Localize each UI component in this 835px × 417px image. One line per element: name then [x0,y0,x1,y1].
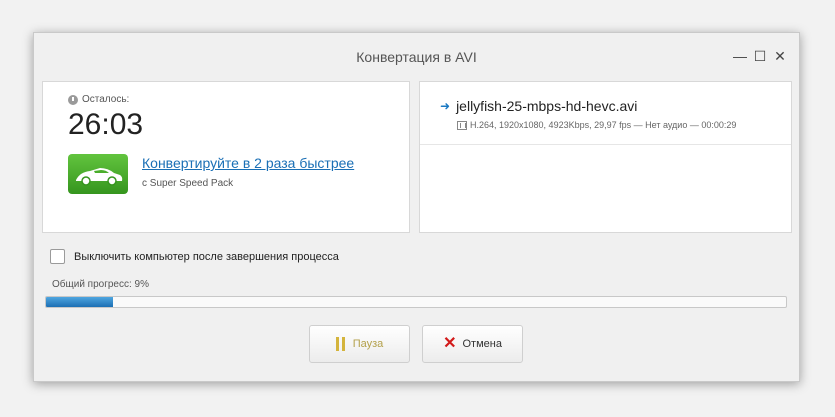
titlebar: Конвертация в AVI — ☐ ✕ [34,33,799,81]
film-icon [457,120,467,130]
file-panel: ➜ jellyfish-25-mbps-hd-hevc.avi H.264, 1… [419,81,792,233]
file-meta-row: H.264, 1920x1080, 4923Kbps, 29,97 fps — … [457,120,736,130]
minimize-button[interactable]: — [731,47,749,65]
pause-button[interactable]: Пауза [309,325,410,363]
maximize-button[interactable]: ☐ [751,47,769,65]
file-divider [420,144,791,145]
close-button[interactable]: ✕ [771,47,789,65]
progress-label: Общий прогресс: 9% [52,279,150,290]
file-name: jellyfish-25-mbps-hd-hevc.avi [456,98,638,114]
file-row: ➜ jellyfish-25-mbps-hd-hevc.avi [440,98,637,114]
speed-pack-subtitle: с Super Speed Pack [142,178,234,189]
remaining-row: Осталось: [68,94,129,105]
arrow-right-icon: ➜ [440,99,451,113]
time-panel: Осталось: 26:03 Конвертируйте в 2 раза б… [42,81,410,233]
window-title: Конвертация в AVI [356,49,477,65]
car-icon[interactable] [68,154,128,194]
pause-label: Пауза [352,338,384,350]
remaining-label: Осталось: [82,94,130,105]
conversion-window: Конвертация в AVI — ☐ ✕ Осталось: 26:03 … [33,32,800,382]
shutdown-option[interactable]: Выключить компьютер после завершения про… [50,249,339,264]
speed-pack-link[interactable]: Конвертируйте в 2 раза быстрее [142,155,354,171]
clock-icon [68,94,78,105]
cancel-button[interactable]: ✕ Отмена [422,325,523,363]
cancel-label: Отмена [462,338,502,350]
progress-fill [46,297,113,307]
pause-icon [335,337,345,351]
progress-bar [45,296,787,308]
file-meta: H.264, 1920x1080, 4923Kbps, 29,97 fps — … [470,120,737,130]
shutdown-checkbox[interactable] [50,249,65,264]
shutdown-label: Выключить компьютер после завершения про… [74,250,339,263]
close-x-icon: ✕ [443,335,457,352]
remaining-time: 26:03 [68,108,144,141]
